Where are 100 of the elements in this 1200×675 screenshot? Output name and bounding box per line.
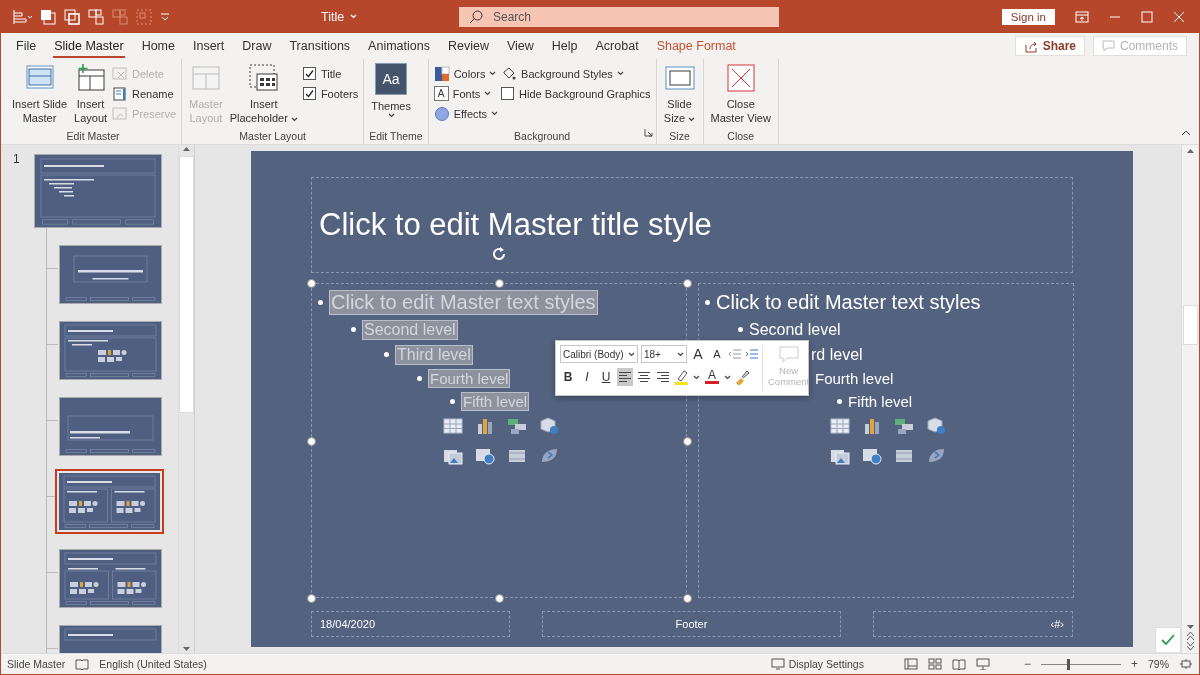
slide-thumbnail[interactable] [59,397,162,456]
resize-handle[interactable] [683,436,692,446]
document-title[interactable]: Title [321,9,345,24]
ribbon-button[interactable]: Aa Themes [369,63,413,130]
ribbon-button[interactable]: Colors [433,65,499,82]
dialog-launcher-icon[interactable] [643,128,653,137]
ribbon-button[interactable]: Close Master View [708,63,773,130]
table-icon[interactable] [830,417,850,435]
zoom-in-button[interactable]: + [1130,657,1138,671]
ribbon-tab[interactable]: Shape Format [647,35,745,57]
align-button[interactable] [617,368,633,386]
scroll-down-icon[interactable] [182,645,191,653]
picture-globe-icon[interactable] [475,447,495,465]
font-size-dropdown[interactable]: 18+ [641,345,687,363]
highlighter-icon[interactable] [674,369,690,385]
close-icon[interactable] [1173,10,1185,23]
rotate-handle-icon[interactable] [490,245,508,263]
collapse-ribbon-icon[interactable] [1181,129,1191,136]
font-dropdown[interactable]: Calibri (Body) [560,345,638,363]
checkbox-label[interactable]: Title [320,67,342,80]
resize-handle[interactable] [307,436,316,446]
ribbon-button[interactable]: Insert Layout [72,63,110,130]
align-icon[interactable] [11,7,33,26]
picture-globe-icon[interactable] [862,447,882,465]
ribbon-display-icon[interactable] [1075,10,1089,23]
bar-chart-icon[interactable] [475,417,495,435]
checkbox-label[interactable]: Hide Background Graphics [519,87,651,100]
underline-button[interactable]: U [598,368,614,386]
film-icon[interactable] [507,447,527,465]
italic-button[interactable]: I [579,368,595,386]
layers-icon[interactable] [63,7,81,26]
maximize-icon[interactable] [1141,10,1153,23]
scroll-down-icon[interactable] [1186,623,1195,631]
font-color-button[interactable]: A [703,370,721,384]
cube-icon[interactable] [926,417,946,435]
film-icon[interactable] [894,447,914,465]
layers-icon[interactable] [39,7,57,26]
zoom-slider-thumb[interactable] [1067,658,1071,670]
sign-in-button[interactable]: Sign in [1001,8,1055,25]
ribbon-tab[interactable]: Home [132,35,184,57]
slide-thumbnail[interactable] [59,549,162,608]
slide-thumbnail[interactable] [55,469,164,534]
bar-chart-icon[interactable] [862,417,882,435]
checkbox-label[interactable]: Footers [320,87,359,100]
notes-icon[interactable] [75,658,90,670]
display-settings-button[interactable]: Display Settings [770,658,864,670]
resize-handle[interactable] [683,594,692,603]
view-button[interactable] [975,658,990,670]
previous-slide-icon[interactable] [1186,631,1195,641]
ribbon-button[interactable]: Rename [112,85,177,102]
resize-handle[interactable] [683,279,692,288]
scrollbar-thumb[interactable] [179,156,194,413]
view-button[interactable] [951,658,966,670]
zoom-percent[interactable]: 79% [1148,658,1169,670]
cube-icon[interactable] [539,417,559,435]
ribbon-button[interactable]: A Fonts [433,85,499,102]
shapes-icon[interactable] [507,417,527,435]
ribbon-button[interactable]: Slide Size [661,63,698,130]
group-icon[interactable] [87,7,105,26]
slide-thumbnail[interactable] [59,245,162,304]
search-field[interactable]: Search [459,6,779,27]
scroll-up-icon[interactable] [1186,147,1195,155]
bold-button[interactable]: B [560,368,576,386]
view-button[interactable] [903,658,918,670]
ribbon-button[interactable]: Background Styles [501,65,651,82]
resize-handle[interactable] [495,279,504,288]
picture-icon[interactable] [443,447,463,465]
leaf-icon[interactable] [926,447,946,465]
resize-handle[interactable] [307,279,316,288]
scroll-up-icon[interactable] [182,145,191,153]
fit-slide-icon[interactable] [1179,658,1193,670]
checkbox[interactable] [501,87,515,100]
next-slide-icon[interactable] [1186,641,1195,651]
ribbon-tab[interactable]: Animations [359,35,439,57]
checkbox[interactable] [302,67,316,80]
shrink-font-button[interactable]: A [709,345,725,363]
picture-icon[interactable] [830,447,850,465]
ribbon-tab[interactable]: Draw [233,35,281,57]
resize-handle[interactable] [495,594,504,603]
ribbon-tab[interactable]: Review [438,35,498,57]
checkbox[interactable] [302,87,316,100]
grow-font-button[interactable]: A [690,345,706,363]
slide-thumbnail[interactable] [59,321,162,380]
ribbon-tab[interactable]: Help [542,35,587,57]
view-button[interactable] [927,658,942,670]
ribbon-tab[interactable]: File [7,35,46,57]
ribbon-tab[interactable]: View [497,35,543,57]
check-button[interactable] [1155,627,1181,653]
scrollbar-thumb[interactable] [1183,305,1198,345]
ribbon-tab[interactable]: Slide Master [45,35,133,57]
leaf-icon[interactable] [539,447,559,465]
ribbon-tab[interactable]: Transitions [280,35,360,57]
resize-handle[interactable] [307,594,316,603]
ribbon-button[interactable]: Insert Slide Master [10,63,70,130]
ribbon-button[interactable]: Effects [433,105,499,122]
increase-indent-icon[interactable] [745,348,759,360]
language-label[interactable]: English (United States) [99,658,207,670]
ribbon-tab[interactable]: Insert [184,35,234,57]
zoom-out-button[interactable]: − [1023,657,1031,671]
share-button[interactable]: Share [1014,36,1085,56]
